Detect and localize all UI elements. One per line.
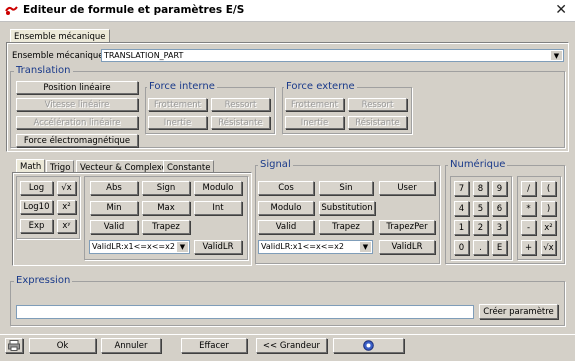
chevron-down-icon[interactable]: ▼: [551, 51, 562, 60]
divide-button[interactable]: /: [521, 181, 536, 196]
tab-trigo[interactable]: Trigo: [46, 160, 75, 173]
signal-title: Signal: [258, 159, 293, 170]
fe-frottement-button[interactable]: Frottement: [285, 98, 344, 111]
effacer-button[interactable]: Effacer: [181, 338, 247, 353]
grandeur-button[interactable]: << Grandeur: [256, 338, 327, 353]
abs-button[interactable]: Abs: [90, 181, 138, 195]
signal-modulo-button[interactable]: Modulo: [258, 201, 314, 215]
key-0-button[interactable]: 0: [454, 240, 469, 255]
force-electromagnetique-button[interactable]: Force électromagnétique: [16, 134, 138, 147]
signal-validlr-select[interactable]: ValidLR:x1<=x<=x2 ▼: [258, 240, 373, 254]
ok-button[interactable]: Ok: [29, 338, 96, 353]
math-validlr-button[interactable]: ValidLR: [194, 240, 242, 254]
num-x-squared-button[interactable]: x²: [541, 220, 556, 235]
x-squared-button[interactable]: x²: [57, 200, 76, 214]
key-4-button[interactable]: 4: [454, 201, 469, 216]
key-1-button[interactable]: 1: [454, 220, 469, 235]
log-button[interactable]: Log: [20, 181, 53, 195]
modulo-button[interactable]: Modulo: [194, 181, 242, 195]
tab-vecteur-complexe[interactable]: Vecteur & Complexe: [76, 160, 171, 173]
signal-validlr-button[interactable]: ValidLR: [379, 240, 435, 254]
chevron-down-icon[interactable]: ▼: [360, 242, 371, 252]
creer-parametre-button[interactable]: Créer paramètre: [479, 304, 558, 319]
force-externe-title: Force externe: [284, 81, 357, 92]
help-button[interactable]: [333, 338, 404, 353]
cos-button[interactable]: Cos: [258, 181, 314, 195]
help-icon: [363, 340, 374, 351]
close-icon[interactable]: ✕: [555, 2, 567, 18]
min-button[interactable]: Min: [90, 201, 138, 215]
expression-title: Expression: [14, 275, 73, 286]
open-paren-button[interactable]: (: [541, 181, 556, 196]
tab-ensemble-mecanique[interactable]: Ensemble mécanique: [10, 29, 110, 42]
expression-input[interactable]: [16, 305, 474, 319]
signal-valid-button[interactable]: Valid: [258, 220, 314, 234]
trapezper-button[interactable]: TrapezPer: [379, 220, 435, 234]
signal-trapez-button[interactable]: Trapez: [319, 220, 373, 234]
multiply-button[interactable]: *: [521, 201, 536, 216]
fe-inertie-button[interactable]: Inertie: [285, 116, 344, 129]
plus-button[interactable]: +: [521, 240, 536, 255]
int-button[interactable]: Int: [194, 201, 242, 215]
fe-resistante-button[interactable]: Résistante: [348, 116, 407, 129]
user-button[interactable]: User: [379, 181, 435, 195]
position-lineaire-button[interactable]: Position linéaire: [16, 81, 138, 94]
math-validlr-select[interactable]: ValidLR:x1<=x<=x2 ▼: [89, 240, 190, 254]
fi-frottement-button[interactable]: Frottement: [148, 98, 207, 111]
fe-ressort-button[interactable]: Ressort: [348, 98, 407, 111]
fi-ressort-button[interactable]: Ressort: [211, 98, 270, 111]
ensemble-label: Ensemble mécanique :: [12, 51, 110, 61]
sqrt-button[interactable]: √x: [57, 181, 76, 195]
translation-title: Translation: [14, 65, 73, 76]
x-power-y-button[interactable]: xʸ: [57, 219, 76, 233]
title-bar: Editeur de formule et paramètres E/S ✕: [0, 0, 575, 22]
acceleration-lineaire-button[interactable]: Accélération linéaire: [16, 116, 138, 129]
key-6-button[interactable]: 6: [492, 201, 507, 216]
exp-button[interactable]: Exp: [20, 219, 53, 233]
key-2-button[interactable]: 2: [473, 220, 488, 235]
key-5-button[interactable]: 5: [473, 201, 488, 216]
sin-button[interactable]: Sin: [319, 181, 373, 195]
key-9-button[interactable]: 9: [492, 181, 507, 196]
trapez-button[interactable]: Trapez: [142, 220, 190, 234]
numerique-title: Numérique: [448, 159, 508, 170]
editor-window: Editeur de formule et paramètres E/S ✕ E…: [0, 0, 575, 361]
key-7-button[interactable]: 7: [454, 181, 469, 196]
ensemble-select[interactable]: TRANSLATION_PART ▼: [101, 49, 564, 62]
vitesse-lineaire-button[interactable]: Vitesse linéaire: [16, 98, 138, 111]
tab-math[interactable]: Math: [16, 159, 46, 172]
substitution-button[interactable]: Substitution: [319, 201, 375, 215]
minus-button[interactable]: -: [521, 220, 536, 235]
num-sqrt-button[interactable]: √x: [541, 240, 556, 255]
key-8-button[interactable]: 8: [473, 181, 488, 196]
key-3-button[interactable]: 3: [492, 220, 507, 235]
max-button[interactable]: Max: [142, 201, 190, 215]
print-icon[interactable]: [5, 338, 23, 353]
fi-resistante-button[interactable]: Résistante: [211, 116, 270, 129]
key-dot-button[interactable]: .: [473, 240, 488, 255]
tab-constante[interactable]: Constante: [163, 160, 215, 173]
annuler-button[interactable]: Annuler: [101, 338, 161, 353]
fi-inertie-button[interactable]: Inertie: [148, 116, 207, 129]
key-e-button[interactable]: E: [492, 240, 507, 255]
sign-button[interactable]: Sign: [142, 181, 190, 195]
window-title: Editeur de formule et paramètres E/S: [23, 4, 245, 16]
app-icon: [5, 6, 18, 15]
footer-divider: [0, 334, 575, 335]
log10-button[interactable]: Log10: [20, 200, 53, 214]
force-interne-title: Force interne: [147, 81, 217, 92]
valid-button[interactable]: Valid: [90, 220, 138, 234]
close-paren-button[interactable]: ): [541, 201, 556, 216]
chevron-down-icon[interactable]: ▼: [177, 242, 188, 252]
